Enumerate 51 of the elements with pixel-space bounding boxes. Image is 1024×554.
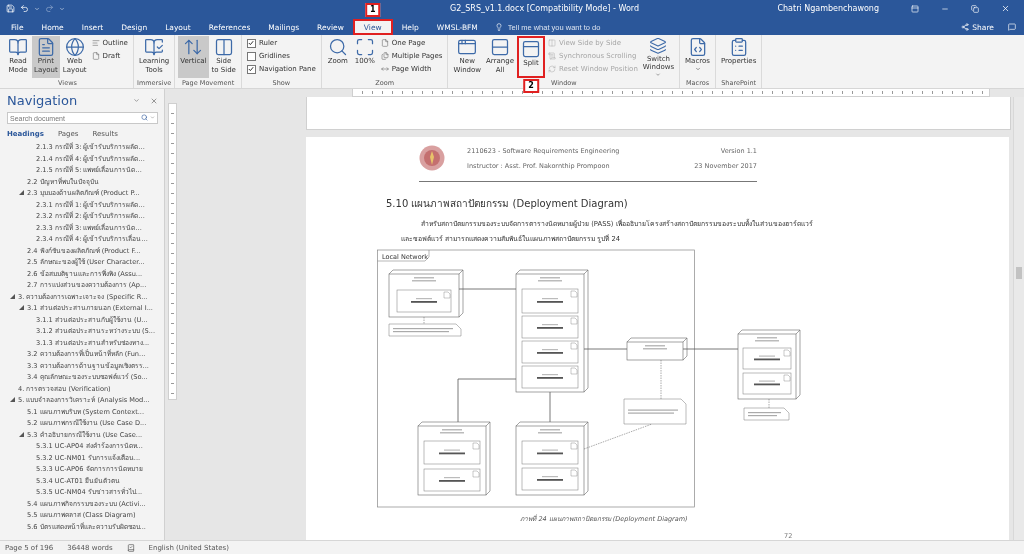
lightbulb-icon xyxy=(494,23,503,31)
checkbox-box[interactable] xyxy=(246,64,256,74)
horizontal-arrows-icon xyxy=(380,65,389,73)
expanded-triangle-icon[interactable] xyxy=(10,293,15,299)
checkbox-box[interactable] xyxy=(246,51,256,61)
share-icon xyxy=(961,23,970,31)
restore-icon[interactable] xyxy=(971,4,979,13)
page-icon xyxy=(380,39,389,47)
checkbox-box[interactable] xyxy=(246,38,256,48)
close-icon[interactable] xyxy=(1001,4,1010,13)
expanded-triangle-icon[interactable] xyxy=(19,305,24,311)
caret-icon[interactable] xyxy=(133,97,140,104)
expanded-triangle-icon[interactable] xyxy=(10,397,15,403)
pane-title: Navigation xyxy=(7,93,79,108)
vertical-arrows-icon xyxy=(183,37,204,57)
checkmark-icon xyxy=(248,66,255,72)
seal-logo-icon xyxy=(419,145,445,171)
comment-icon[interactable] xyxy=(1008,22,1016,31)
caret-icon[interactable] xyxy=(59,5,65,12)
globe-icon xyxy=(64,37,85,57)
window-icon xyxy=(457,37,478,57)
book-icon xyxy=(144,37,165,57)
columns-icon xyxy=(213,37,234,57)
redo-icon[interactable] xyxy=(45,4,54,13)
layers-icon xyxy=(648,37,669,55)
caret-icon[interactable] xyxy=(34,5,40,12)
callout-number: 2 xyxy=(523,79,539,93)
expanded-triangle-icon[interactable] xyxy=(19,190,24,196)
checkmark-icon xyxy=(248,40,255,46)
pages-icon xyxy=(380,52,389,60)
refresh-icon xyxy=(547,65,556,73)
list-icon xyxy=(91,39,100,47)
user-name: Chatri Ngambenchawong xyxy=(777,4,879,13)
section-heading: 5.10 แผนภาพสถาปัตยกรรม (Deployment Diagram) xyxy=(386,197,629,211)
expanded-triangle-icon[interactable] xyxy=(19,431,24,437)
expand-icon xyxy=(354,37,375,57)
rows-icon xyxy=(490,37,510,57)
proofing-icon[interactable] xyxy=(126,543,135,552)
page-icon xyxy=(91,52,100,60)
book-icon xyxy=(8,37,28,57)
close-icon[interactable] xyxy=(150,96,158,105)
magnifier-icon xyxy=(327,37,348,57)
undo-icon[interactable] xyxy=(20,4,29,13)
vertical-scrollbar[interactable] xyxy=(1013,97,1024,540)
save-icon[interactable] xyxy=(6,4,15,13)
scroll-icon xyxy=(547,52,556,60)
split-panel-icon xyxy=(520,39,541,59)
columns-icon xyxy=(547,39,556,47)
ribbon-display-icon[interactable] xyxy=(911,4,919,13)
search-icon[interactable] xyxy=(141,114,148,121)
window-title: G2_SRS_v1.1.docx [Compatibility Mode] - Word xyxy=(450,4,639,13)
